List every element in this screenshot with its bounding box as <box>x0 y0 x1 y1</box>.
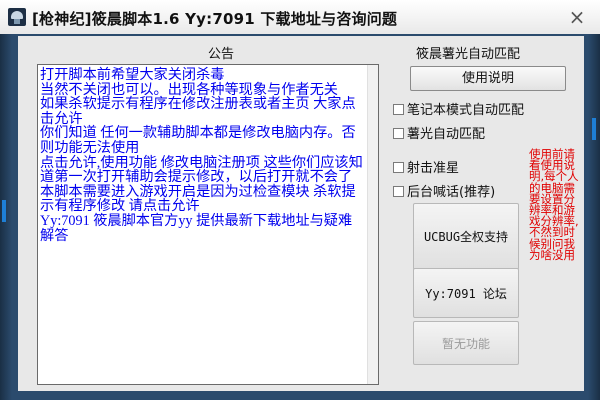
checkbox-label: 射击准星 <box>407 161 460 176</box>
main-panel: 公告 打开脚本前希望大家关闭杀毒 当然不关闭也可以。出现各种等现象与作者无关 如… <box>18 36 584 391</box>
window-title: [枪神纪]筱晨脚本1.6 Yy:7091 下载地址与咨询问题 <box>32 10 398 28</box>
auto-match-checkbox[interactable]: 薯光自动匹配 <box>393 123 485 142</box>
checkbox-box[interactable] <box>393 186 404 197</box>
frame-edge-marker <box>2 200 6 222</box>
crosshair-checkbox[interactable]: 射击准星 <box>393 157 459 176</box>
notice-textbox[interactable]: 打开脚本前希望大家关闭杀毒 当然不关闭也可以。出现各种等现象与作者无关 如果杀软… <box>37 64 379 385</box>
title-bar[interactable]: [枪神纪]筱晨脚本1.6 Yy:7091 下载地址与咨询问题 × <box>0 0 600 35</box>
frame-edge-marker <box>592 118 596 140</box>
window-frame: 公告 打开脚本前希望大家关闭杀毒 当然不关闭也可以。出现各种等现象与作者无关 如… <box>0 34 600 400</box>
no-function-button: 暂无功能 <box>413 321 519 365</box>
notice-title: 公告 <box>208 47 235 62</box>
usage-warning-text: 使用前请看使用说明,每个人的电脑需要设置分辨率和游戏分辨率,不然到时候别问我为啥… <box>529 147 579 262</box>
usage-instructions-button[interactable]: 使用说明 <box>410 66 566 91</box>
notice-scrollbar[interactable] <box>367 65 378 384</box>
checkbox-label: 后台喊话(推荐) <box>407 185 496 200</box>
checkbox-box[interactable] <box>393 104 404 115</box>
forum-button[interactable]: Yy:7091 论坛 <box>413 268 519 318</box>
notebook-mode-checkbox[interactable]: 笔记本模式自动匹配 <box>393 99 524 118</box>
panel-title: 筱晨薯光自动匹配 <box>416 47 521 62</box>
checkbox-box[interactable] <box>393 128 404 139</box>
notice-text: 打开脚本前希望大家关闭杀毒 当然不关闭也可以。出现各种等现象与作者无关 如果杀软… <box>40 67 363 244</box>
checkbox-label: 笔记本模式自动匹配 <box>407 103 525 118</box>
app-icon <box>8 8 26 26</box>
checkbox-box[interactable] <box>393 162 404 173</box>
close-button[interactable]: × <box>566 6 588 28</box>
checkbox-label: 薯光自动匹配 <box>407 127 486 142</box>
ucbug-support-button[interactable]: UCBUG全权支持 <box>413 203 519 270</box>
background-shout-checkbox[interactable]: 后台喊话(推荐) <box>393 181 495 200</box>
